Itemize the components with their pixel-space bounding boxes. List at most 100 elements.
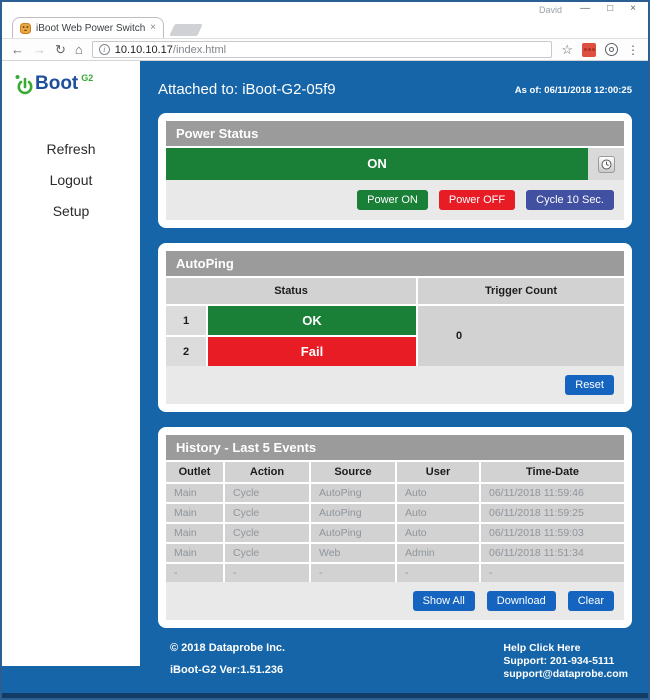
history-cell: AutoPing [311, 484, 395, 502]
history-cell: Main [166, 524, 223, 542]
power-status-card: Power Status ON [158, 113, 632, 228]
show-all-button[interactable]: Show All [413, 591, 475, 611]
tab-iboot[interactable]: iBoot Web Power Switch × [12, 17, 164, 38]
history-cell: 06/11/2018 11:59:46 [481, 484, 624, 502]
tab-close-icon[interactable]: × [150, 23, 156, 33]
history-cell: 06/11/2018 11:59:03 [481, 524, 624, 542]
back-icon[interactable]: ← [11, 43, 24, 56]
window-bottom-edge [2, 693, 648, 698]
history-cell: 06/11/2018 11:59:25 [481, 504, 624, 522]
logo-superscript: G2 [81, 73, 93, 83]
autoping-row-number: 1 [166, 306, 206, 335]
history-cell: Auto [397, 504, 479, 522]
autoping-row-number: 2 [166, 337, 206, 366]
history-cell: - [166, 564, 223, 582]
history-cell: Web [311, 544, 395, 562]
browser-toolbar: ← → ↻ ⌂ i 10.10.10.17/index.html ☆ ⋮ [2, 38, 648, 61]
power-status-title: Power Status [166, 121, 624, 146]
extension-icon[interactable] [582, 43, 596, 57]
history-col-action: Action [225, 462, 309, 482]
sidebar-item-setup[interactable]: Setup [53, 203, 90, 219]
autoping-card: AutoPing Status Trigger Count 1 OK 0 2 F… [158, 243, 632, 412]
history-card: History - Last 5 Events Outlet Action So… [158, 427, 632, 628]
maximize-icon[interactable]: □ [607, 3, 613, 15]
autoping-trigger-count-value: 0 [418, 306, 624, 366]
tab-title: iBoot Web Power Switch [36, 23, 145, 34]
reset-button[interactable]: Reset [565, 375, 614, 395]
as-of-timestamp: As of: 06/11/2018 12:00:25 [515, 85, 632, 98]
support-phone: Support: 201-934-5111 [503, 655, 628, 668]
history-cell: Admin [397, 544, 479, 562]
history-cell: Main [166, 484, 223, 502]
history-col-source: Source [311, 462, 395, 482]
clock-icon [601, 159, 612, 170]
autoping-body: Status Trigger Count 1 OK 0 2 Fail Reset [166, 278, 624, 404]
title-bar: David — □ × [2, 2, 648, 16]
sidebar-item-logout[interactable]: Logout [50, 172, 93, 188]
support-email-link[interactable]: support@dataprobe.com [503, 668, 628, 681]
browser-menu-icon[interactable]: ⋮ [627, 43, 639, 57]
close-icon[interactable]: × [630, 3, 636, 15]
logo-text: Boot [35, 73, 78, 95]
history-body: Outlet Action Source User Time-Date Main… [166, 462, 624, 620]
version-text: iBoot-G2 Ver:1.51.236 [170, 664, 285, 676]
timer-cell [588, 148, 624, 180]
page-header: Attached to: iBoot-G2-05f9 As of: 06/11/… [158, 81, 632, 98]
history-cell: - [397, 564, 479, 582]
autoping-col-status: Status [166, 278, 416, 304]
power-off-button[interactable]: Power OFF [439, 190, 515, 210]
power-symbol-icon [14, 73, 34, 97]
power-status-body: ON Power ON [166, 148, 624, 220]
power-state-bar: ON [166, 148, 588, 180]
url-text[interactable]: 10.10.10.17/index.html [115, 44, 226, 56]
forward-icon: → [33, 43, 46, 56]
history-col-outlet: Outlet [166, 462, 223, 482]
new-tab-button[interactable] [169, 24, 203, 36]
copyright-text: © 2018 Dataprobe Inc. [170, 642, 285, 654]
attached-to-title: Attached to: iBoot-G2-05f9 [158, 81, 336, 98]
page-background: Boot G2 Refresh Logout Setup Attached to… [2, 61, 648, 693]
autoping-col-trigger-count: Trigger Count [418, 278, 624, 304]
browser-profile-name[interactable]: David [539, 5, 562, 15]
autoping-status-bar-2: Fail [208, 337, 416, 366]
history-cell: Cycle [225, 484, 309, 502]
url-path: /index.html [173, 44, 226, 56]
history-col-time-date: Time-Date [481, 462, 624, 482]
minimize-icon[interactable]: — [580, 3, 590, 15]
main-content: Attached to: iBoot-G2-05f9 As of: 06/11/… [140, 61, 648, 693]
tab-strip: iBoot Web Power Switch × [2, 16, 648, 38]
history-cell: AutoPing [311, 524, 395, 542]
history-cell: - [311, 564, 395, 582]
bookmark-star-icon[interactable]: ☆ [561, 42, 573, 58]
cycle-button[interactable]: Cycle 10 Sec. [526, 190, 614, 210]
cycle-timer-button[interactable] [598, 156, 615, 173]
history-cell: - [481, 564, 624, 582]
help-link[interactable]: Help Click Here [503, 642, 628, 655]
history-col-user: User [397, 462, 479, 482]
clear-button[interactable]: Clear [568, 591, 614, 611]
home-icon[interactable]: ⌂ [75, 43, 83, 56]
autoping-status-bar-1: OK [208, 306, 416, 335]
page-footer: © 2018 Dataprobe Inc. iBoot-G2 Ver:1.51.… [158, 642, 632, 681]
page-info-icon[interactable]: i [99, 44, 110, 55]
history-cell: AutoPing [311, 504, 395, 522]
history-cell: Cycle [225, 504, 309, 522]
history-title: History - Last 5 Events [166, 435, 624, 460]
history-cell: 06/11/2018 11:51:34 [481, 544, 624, 562]
autoping-title: AutoPing [166, 251, 624, 276]
history-cell: Main [166, 504, 223, 522]
history-cell: Auto [397, 484, 479, 502]
power-on-button[interactable]: Power ON [357, 190, 428, 210]
target-extension-icon[interactable] [605, 43, 618, 56]
download-button[interactable]: Download [487, 591, 556, 611]
history-cell: Cycle [225, 524, 309, 542]
sidebar-menu: Refresh Logout Setup [2, 141, 140, 219]
sidebar-item-refresh[interactable]: Refresh [46, 141, 95, 157]
address-bar[interactable]: i 10.10.10.17/index.html [92, 41, 553, 58]
history-cell: - [225, 564, 309, 582]
history-cell: Main [166, 544, 223, 562]
iboot-logo: Boot G2 [14, 73, 140, 97]
history-cell: Auto [397, 524, 479, 542]
reload-icon[interactable]: ↻ [55, 43, 66, 56]
autoping-table: Status Trigger Count 1 OK 0 2 Fail [166, 278, 624, 366]
